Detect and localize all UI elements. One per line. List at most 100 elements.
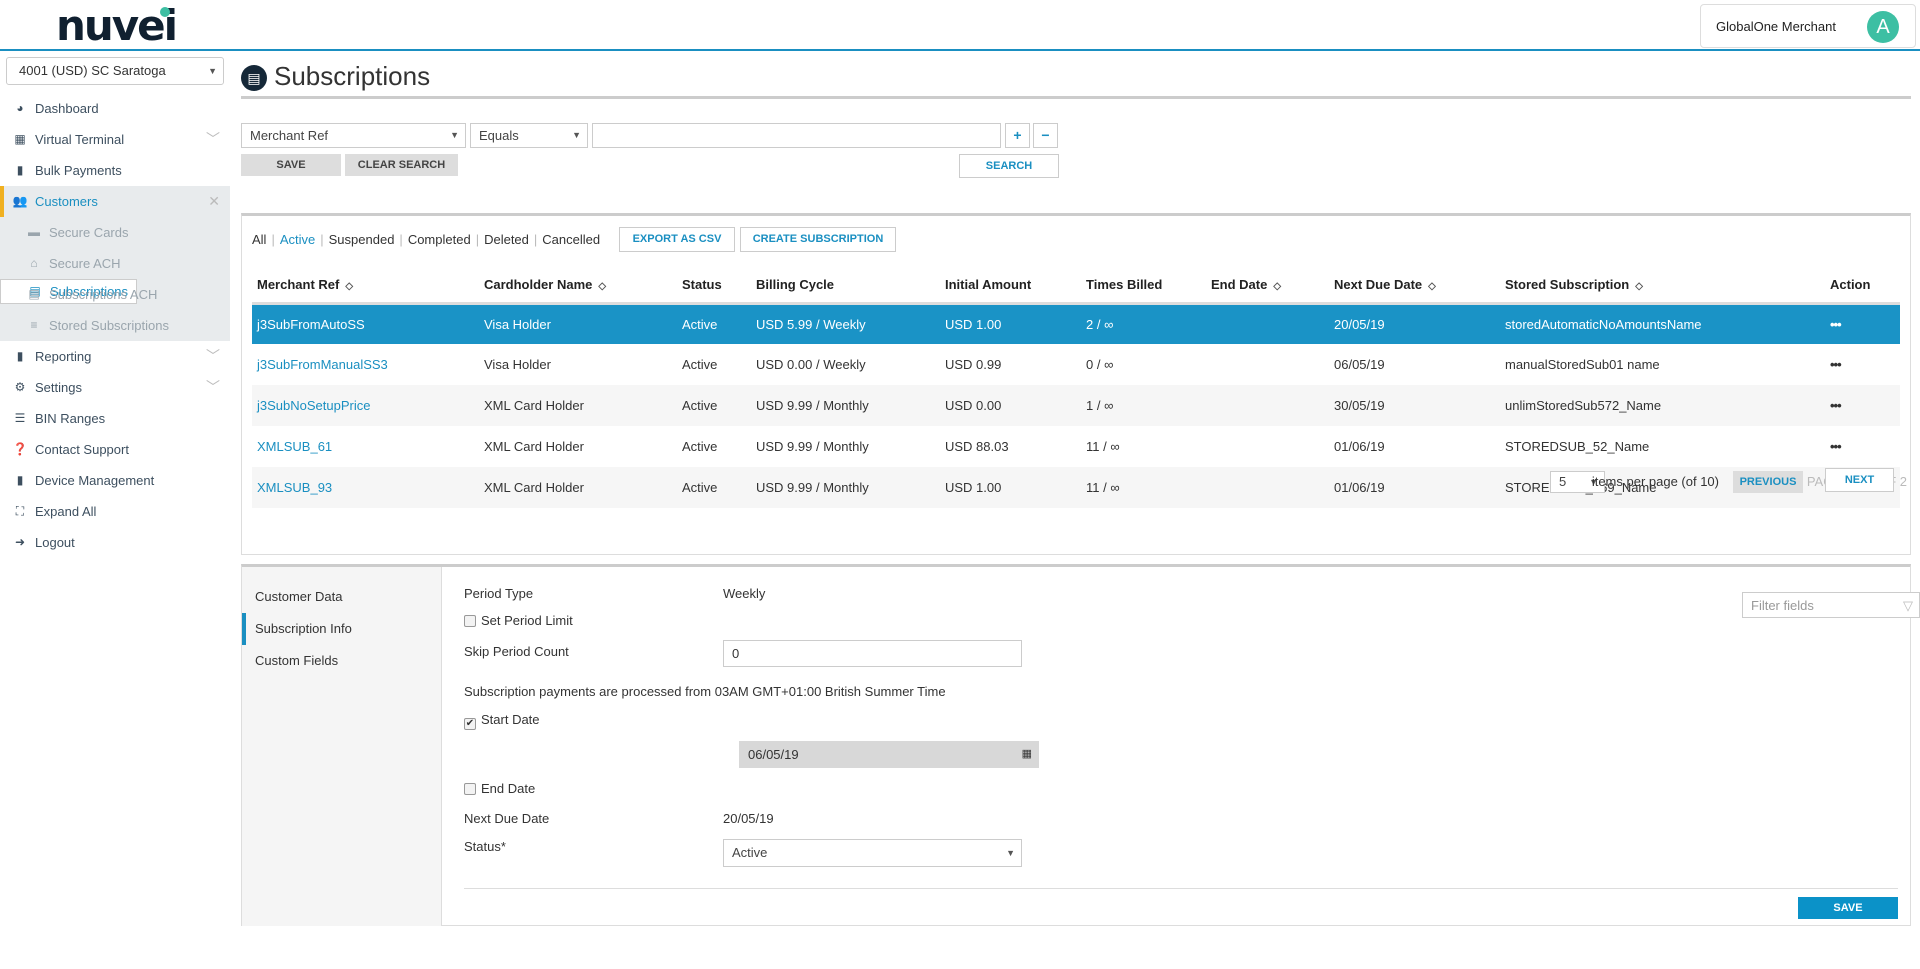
sidebar-item-contact-support[interactable]: ❓ Contact Support — [0, 434, 230, 465]
calendar-icon[interactable]: ▦ — [1022, 742, 1032, 767]
merchant-ref-link[interactable]: j3SubFromAutoSS — [252, 303, 479, 344]
account-select[interactable]: 4001 (USD) SC Saratoga ▼ — [6, 57, 224, 85]
table-row[interactable]: j3SubFromAutoSS Visa Holder Active USD 5.99… — [252, 303, 1900, 344]
stored-subscription: manualStoredSub01 name — [1505, 357, 1660, 372]
previous-page-button[interactable]: PREVIOUS — [1733, 471, 1803, 493]
search-operator-select[interactable]: Equals ▼ — [470, 123, 588, 148]
end-date-checkbox[interactable]: End Date — [464, 781, 535, 796]
nuvei-logo[interactable]: nuvei — [56, 4, 178, 48]
tab-subscription-info[interactable]: Subscription Info — [242, 613, 441, 645]
column-label: Stored Subscription — [1505, 276, 1630, 292]
merchant-ref-link[interactable]: j3SubFromManualSS3 — [252, 344, 479, 385]
sidebar-item-bin-ranges[interactable]: ☰ BIN Ranges — [0, 403, 230, 434]
tab-deleted[interactable]: Deleted — [484, 232, 529, 247]
more-actions-icon[interactable]: ••• — [1825, 426, 1900, 467]
tab-completed[interactable]: Completed — [408, 232, 471, 247]
more-actions-icon[interactable]: ••• — [1825, 344, 1900, 385]
merchant-ref-link[interactable]: j3SubNoSetupPrice — [252, 385, 479, 426]
user-menu[interactable]: GlobalOne Merchant A — [1700, 4, 1916, 48]
status-select[interactable]: Active ▼ — [723, 839, 1022, 867]
search-value-input[interactable] — [592, 123, 1001, 148]
create-subscription-button[interactable]: CREATE SUBSCRIPTION — [740, 227, 896, 252]
sidebar-item-label: Customers — [35, 194, 98, 209]
tab-separator: | — [399, 232, 403, 247]
sidebar-item-settings[interactable]: ⚙ Settings ﹀ — [0, 372, 230, 403]
sort-icon[interactable]: ◇ — [598, 281, 606, 292]
next-due-date: 06/05/19 — [1334, 357, 1385, 372]
col-end-date[interactable]: End Date ◇ — [1206, 267, 1329, 305]
sidebar-item-secure-cards[interactable]: ▬ Secure Cards — [0, 217, 230, 248]
avatar[interactable]: A — [1867, 11, 1899, 43]
device-icon: ▮ — [16, 473, 24, 487]
next-page-button[interactable]: NEXT — [1825, 468, 1894, 492]
chevron-down-icon[interactable]: ﹀ — [206, 372, 220, 403]
clear-search-button[interactable]: CLEAR SEARCH — [345, 154, 458, 176]
tab-all[interactable]: All — [252, 232, 266, 247]
chevron-down-icon[interactable]: ﹀ — [206, 341, 220, 372]
times-billed: 2 / ∞ — [1081, 303, 1206, 344]
tab-suspended[interactable]: Suspended — [329, 232, 395, 247]
export-csv-button[interactable]: EXPORT AS CSV — [619, 227, 735, 252]
sidebar-item-customers[interactable]: 👥 Customers ✕ — [0, 186, 230, 217]
checkbox-checked-icon[interactable]: ✔ — [464, 718, 476, 730]
sidebar-item-reporting[interactable]: ▮ Reporting ﹀ — [0, 341, 230, 372]
merchant-ref-link[interactable]: XMLSUB_93 — [252, 467, 479, 508]
sidebar-item-device-management[interactable]: ▮ Device Management — [0, 465, 230, 496]
sort-icon[interactable]: ◇ — [1428, 281, 1436, 292]
processing-notice: Subscription payments are processed from… — [464, 684, 946, 699]
sidebar-item-secure-ach[interactable]: ⌂ Secure ACH — [0, 248, 230, 279]
search-field-select[interactable]: Merchant Ref ▼ — [241, 123, 466, 148]
sort-icon[interactable]: ◇ — [1635, 281, 1643, 292]
sidebar-item-bulk-payments[interactable]: ▮ Bulk Payments — [0, 155, 230, 186]
sidebar-item-dashboard[interactable]: ◕ Dashboard — [0, 93, 230, 124]
skip-period-input[interactable] — [723, 640, 1022, 667]
filter-fields-input[interactable]: Filter fields ▽ — [1742, 592, 1920, 618]
col-stored-subscription[interactable]: Stored Subscription ◇ — [1500, 267, 1825, 305]
save-subscription-button[interactable]: SAVE — [1798, 897, 1898, 919]
chevron-down-icon[interactable]: ﹀ — [206, 124, 220, 155]
remove-filter-button[interactable]: − — [1033, 123, 1058, 148]
sidebar-item-logout[interactable]: ➜ Logout — [0, 527, 230, 558]
tab-separator: | — [271, 232, 275, 247]
table-row[interactable]: j3SubFromManualSS3 Visa Holder Active USD 0… — [252, 344, 1900, 385]
sidebar-item-stored-subscriptions[interactable]: ≡ Stored Subscriptions — [0, 310, 230, 341]
sidebar-item-subscriptions-ach[interactable]: ▤ Subscriptions ACH — [0, 279, 230, 310]
table-row[interactable]: XMLSUB_61 XML Card Holder Active USD 9.99 /… — [252, 426, 1900, 467]
sort-icon[interactable]: ◇ — [1273, 281, 1281, 292]
status-select-value: Active — [732, 845, 768, 860]
more-actions-icon[interactable]: ••• — [1825, 385, 1900, 426]
close-icon[interactable]: ✕ — [208, 186, 220, 217]
checkbox-unchecked-icon[interactable] — [464, 615, 476, 627]
save-search-button[interactable]: SAVE — [241, 154, 341, 176]
set-period-limit-checkbox[interactable]: Set Period Limit — [464, 613, 573, 628]
col-cardholder-name[interactable]: Cardholder Name ◇ — [479, 267, 677, 305]
start-date-checkbox[interactable]: ✔ Start Date — [464, 712, 540, 730]
sidebar-item-expand-all[interactable]: ⛶ Expand All — [0, 496, 230, 527]
checkbox-label: Set Period Limit — [481, 613, 573, 628]
period-type-label: Period Type — [464, 586, 534, 601]
tab-active[interactable]: Active — [280, 232, 315, 247]
col-next-due-date[interactable]: Next Due Date ◇ — [1329, 267, 1500, 305]
more-actions-icon[interactable]: ••• — [1825, 303, 1900, 344]
tab-custom-fields[interactable]: Custom Fields — [242, 645, 441, 677]
file-icon: ▮ — [16, 163, 24, 177]
tab-customer-data[interactable]: Customer Data — [242, 581, 441, 613]
filter-icon: ▽ — [1903, 598, 1913, 613]
table-row[interactable]: j3SubNoSetupPrice XML Card Holder Active US… — [252, 385, 1900, 426]
status: Active — [677, 467, 751, 508]
sidebar-item-virtual-terminal[interactable]: ▦ Virtual Terminal ﹀ — [0, 124, 230, 155]
sort-icon[interactable]: ◇ — [345, 281, 353, 292]
times-billed: 11 / ∞ — [1086, 439, 1120, 454]
search-button[interactable]: SEARCH — [959, 154, 1059, 178]
tab-cancelled[interactable]: Cancelled — [542, 232, 600, 247]
times-billed: 1 / ∞ — [1081, 385, 1206, 426]
col-merchant-ref[interactable]: Merchant Ref ◇ — [252, 267, 479, 305]
add-filter-button[interactable]: + — [1005, 123, 1030, 148]
caret-down-icon: ▼ — [208, 66, 217, 76]
checkbox-unchecked-icon[interactable] — [464, 783, 476, 795]
cardholder-name: XML Card Holder — [479, 385, 677, 426]
merchant-ref-link[interactable]: XMLSUB_61 — [252, 426, 479, 467]
start-date-input[interactable]: 06/05/19 ▦ — [739, 741, 1039, 768]
credit-card-icon: ▬ — [28, 225, 40, 239]
subscriptions-icon: ▤ — [241, 65, 267, 91]
